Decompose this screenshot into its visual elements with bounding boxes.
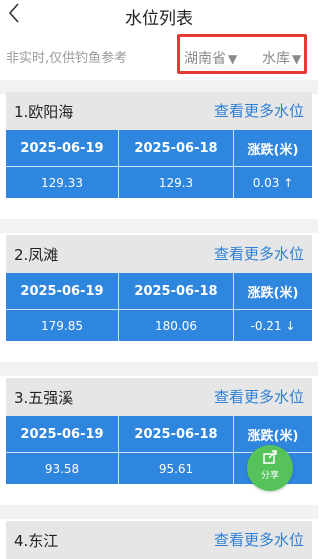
level-date2: 180.06: [119, 309, 234, 341]
date1-header: 2025-06-19: [6, 130, 119, 166]
date2-header: 2025-06-18: [119, 130, 234, 166]
table-header-row: 2025-06-19 2025-06-18 涨跌(米): [6, 273, 312, 309]
table-header-row: 2025-06-19 2025-06-18 涨跌(米): [6, 130, 312, 166]
level-date2: 95.61: [119, 452, 234, 484]
reservoir-name: 4.东江: [14, 532, 59, 550]
view-more-link[interactable]: 查看更多水位: [214, 386, 304, 407]
table-row: 179.85 180.06 -0.21 ↓: [6, 309, 312, 341]
divider: [0, 362, 318, 376]
divider: [0, 505, 318, 519]
table-row: 129.33 129.3 0.03 ↑: [6, 166, 312, 198]
share-label: 分享: [260, 471, 279, 481]
divider: [0, 219, 318, 233]
level-date1: 93.58: [6, 452, 119, 484]
reservoir-card: 4.东江 查看更多水位: [6, 521, 312, 559]
view-more-link[interactable]: 查看更多水位: [214, 243, 304, 264]
reservoir-name: 3.五强溪: [14, 389, 74, 407]
card-header: 3.五强溪 查看更多水位: [6, 378, 312, 416]
level-change: -0.21 ↓: [234, 309, 312, 341]
view-more-link[interactable]: 查看更多水位: [214, 529, 304, 550]
card-header: 2.凤滩 查看更多水位: [6, 235, 312, 273]
reservoir-card: 1.欧阳海 查看更多水位 2025-06-19 2025-06-18 涨跌(米)…: [6, 92, 312, 198]
card-header: 4.东江 查看更多水位: [6, 521, 312, 559]
reservoir-name: 2.凤滩: [14, 246, 59, 264]
level-change: 0.03 ↑: [234, 166, 312, 198]
date1-header: 2025-06-19: [6, 273, 119, 309]
change-header: 涨跌(米): [234, 130, 312, 166]
level-date2: 129.3: [119, 166, 234, 198]
view-more-link[interactable]: 查看更多水位: [214, 100, 304, 121]
share-icon: [247, 445, 293, 471]
level-date1: 129.33: [6, 166, 119, 198]
reservoir-name: 1.欧阳海: [14, 103, 74, 121]
change-header: 涨跌(米): [234, 273, 312, 309]
date1-header: 2025-06-19: [6, 416, 119, 452]
reservoir-card: 2.凤滩 查看更多水位 2025-06-19 2025-06-18 涨跌(米) …: [6, 235, 312, 341]
share-button[interactable]: 分享: [247, 445, 293, 491]
level-date1: 179.85: [6, 309, 119, 341]
date2-header: 2025-06-18: [119, 416, 234, 452]
card-header: 1.欧阳海 查看更多水位: [6, 92, 312, 130]
date2-header: 2025-06-18: [119, 273, 234, 309]
